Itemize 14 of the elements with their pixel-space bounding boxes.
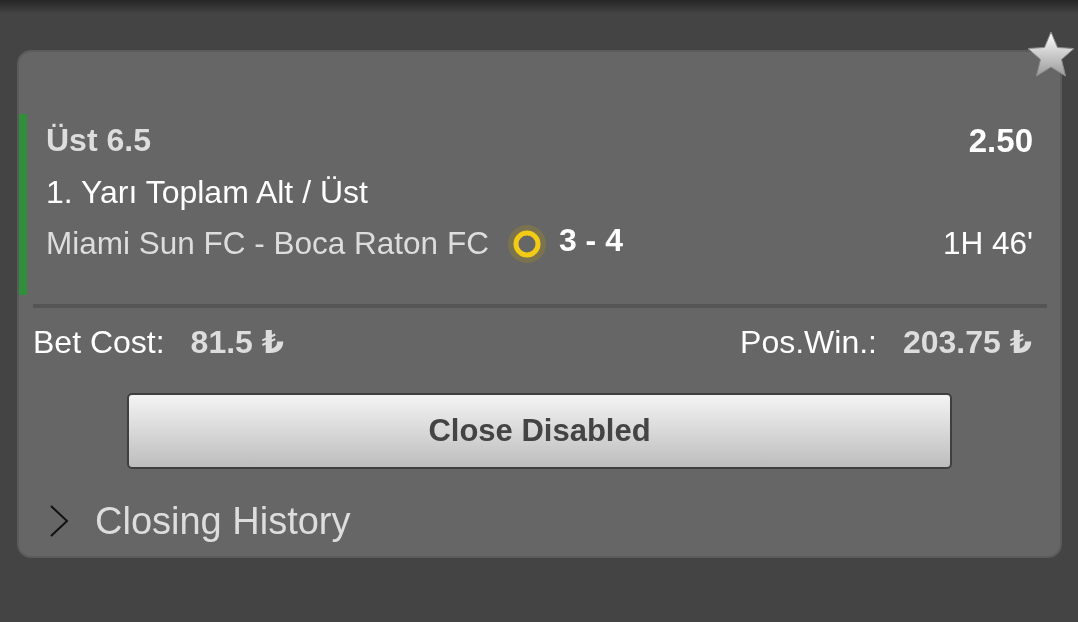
close-button[interactable]: Close Disabled bbox=[127, 393, 952, 469]
chevron-icon bbox=[49, 505, 69, 537]
pick-label: Üst 6.5 bbox=[46, 124, 151, 156]
star-icon[interactable] bbox=[1027, 31, 1075, 77]
closing-history-toggle[interactable]: Closing History bbox=[49, 496, 351, 546]
market-name: 1. Yarı Toplam Alt / Üst bbox=[46, 176, 368, 208]
match-name: Miami Sun FC - Boca Raton FC bbox=[46, 228, 489, 260]
odds-value: 2.50 bbox=[968, 123, 1033, 157]
summary-label: Bet Cost: bbox=[33, 326, 165, 358]
match-time: 1H 46' bbox=[942, 228, 1033, 260]
score-text: 3 - 4 bbox=[558, 224, 623, 256]
summary-value: 203.75 ₺ bbox=[902, 326, 1032, 358]
summary-label: Pos.Win.: bbox=[740, 326, 877, 358]
summary-value: 81.5 ₺ bbox=[190, 326, 285, 358]
